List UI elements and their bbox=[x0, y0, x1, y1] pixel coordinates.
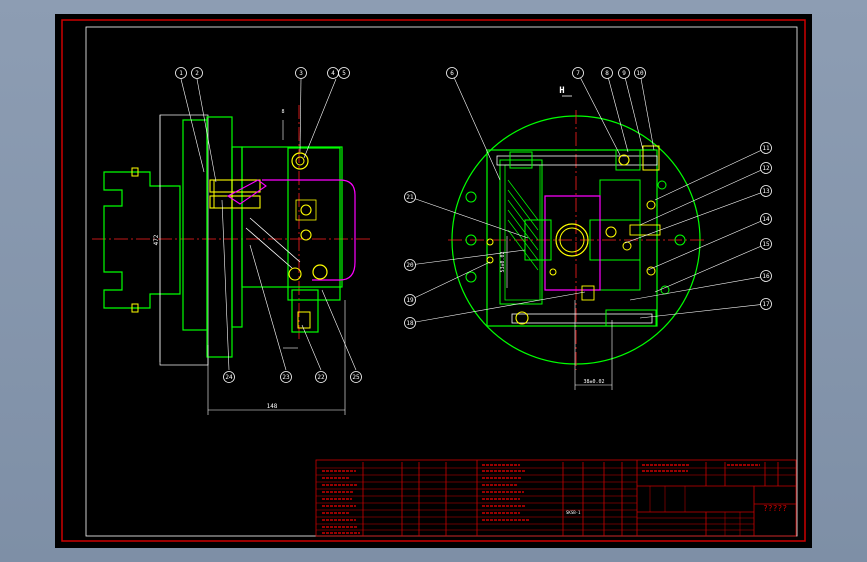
dim-right-bottom: 38±0.02 bbox=[583, 379, 604, 385]
balloon-label-20: 20 bbox=[406, 262, 414, 269]
balloon-label-13: 13 bbox=[762, 188, 770, 195]
balloon-label-9: 9 bbox=[622, 70, 626, 77]
dim-left-small: 8 bbox=[281, 109, 284, 115]
drawing-sheet: 148 472 8 H 53±0.02 38±0.02 1 2 3 4 5 6 … bbox=[55, 14, 812, 548]
drawing-title: ????? bbox=[763, 504, 787, 513]
balloon-label-22: 22 bbox=[317, 374, 325, 381]
view-label: H bbox=[559, 86, 564, 96]
balloon-label-2: 2 bbox=[195, 70, 199, 77]
balloon-label-19: 19 bbox=[406, 297, 414, 304]
balloon-label-16: 16 bbox=[762, 273, 770, 280]
dim-left-width: 148 bbox=[267, 403, 278, 410]
dim-left-height: 472 bbox=[153, 234, 160, 245]
balloon-label-14: 14 bbox=[762, 216, 770, 223]
balloon-label-8: 8 bbox=[605, 70, 609, 77]
balloon-label-24: 24 bbox=[225, 374, 233, 381]
dim-right-vertical: 53±0.02 bbox=[500, 251, 506, 272]
balloon-label-1: 1 bbox=[179, 70, 183, 77]
balloon-label-10: 10 bbox=[636, 70, 644, 77]
balloon-label-6: 6 bbox=[450, 70, 454, 77]
balloon-label-23: 23 bbox=[282, 374, 290, 381]
cad-viewport[interactable]: 148 472 8 H 53±0.02 38±0.02 1 2 3 4 5 6 … bbox=[0, 0, 867, 562]
drawing-number: SKSB-1 bbox=[566, 510, 581, 515]
balloon-label-17: 17 bbox=[762, 301, 770, 308]
balloon-label-3: 3 bbox=[299, 70, 303, 77]
balloon-label-18: 18 bbox=[406, 320, 414, 327]
balloon-label-5: 5 bbox=[342, 70, 346, 77]
balloon-label-21: 21 bbox=[406, 194, 414, 201]
balloon-label-11: 11 bbox=[762, 145, 770, 152]
balloon-label-4: 4 bbox=[331, 70, 335, 77]
balloon-label-7: 7 bbox=[576, 70, 580, 77]
balloon-label-12: 12 bbox=[762, 165, 770, 172]
balloon-label-25: 25 bbox=[352, 374, 360, 381]
balloon-label-15: 15 bbox=[762, 241, 770, 248]
